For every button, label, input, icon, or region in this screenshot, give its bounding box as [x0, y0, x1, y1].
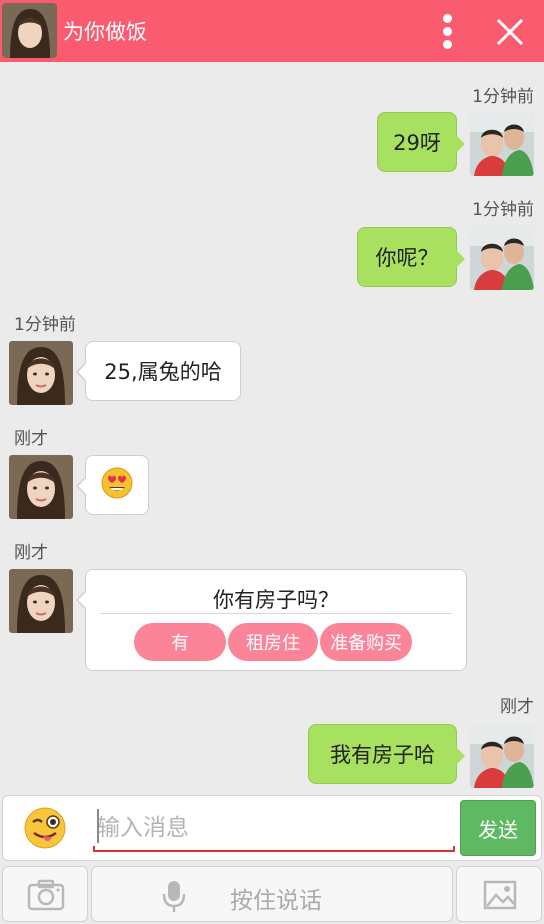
message-timestamp: 刚才	[500, 697, 534, 717]
chat-header: 为你做饭	[0, 0, 544, 62]
my-message-bubble[interactable]: 我有房子哈	[308, 724, 465, 784]
emoji-icon[interactable]	[23, 806, 67, 850]
message-text: 29呀	[393, 131, 441, 155]
my-avatar[interactable]	[470, 724, 534, 788]
message-input[interactable]	[95, 808, 453, 848]
more-menu-icon[interactable]	[430, 10, 466, 52]
send-button[interactable]: 发送	[460, 800, 536, 856]
message-timestamp: 1分钟前	[472, 87, 534, 107]
camera-button[interactable]	[2, 866, 88, 922]
option-button-plan-to-buy[interactable]: 准备购买	[320, 623, 412, 661]
close-icon[interactable]	[488, 10, 532, 54]
my-message-bubble[interactable]: 29呀	[377, 112, 465, 172]
option-button-have[interactable]: 有	[134, 623, 226, 661]
message-timestamp: 刚才	[14, 429, 48, 449]
message-timestamp: 1分钟前	[472, 200, 534, 220]
my-message-bubble[interactable]: 你呢？	[357, 227, 465, 287]
input-underline	[93, 846, 455, 852]
divider	[100, 613, 452, 614]
hold-to-talk-button[interactable]: 按住说话	[91, 866, 453, 922]
image-button[interactable]	[456, 866, 542, 922]
hold-to-talk-label: 按住说话	[230, 888, 322, 914]
microphone-icon	[162, 879, 186, 917]
contact-avatar[interactable]	[9, 341, 73, 405]
message-timestamp: 刚才	[14, 543, 48, 563]
contact-message-bubble[interactable]	[76, 455, 149, 515]
text-cursor	[97, 809, 99, 843]
message-text: 25,属兔的哈	[104, 360, 222, 384]
bottom-toolbar: 按住说话	[0, 864, 544, 924]
option-button-rent[interactable]: 租房住	[228, 623, 318, 661]
my-avatar[interactable]	[470, 112, 534, 176]
message-timestamp: 1分钟前	[14, 315, 76, 335]
my-avatar[interactable]	[470, 226, 534, 290]
message-text: 我有房子哈	[330, 743, 435, 767]
contact-avatar[interactable]	[9, 455, 73, 519]
contact-avatar[interactable]	[2, 3, 57, 58]
heart-eyes-emoji-icon	[100, 466, 134, 505]
contact-message-bubble[interactable]: 25,属兔的哈	[76, 341, 241, 401]
chat-title: 为你做饭	[63, 20, 147, 44]
question-card: 你有房子吗？ 有 租房住 准备购买	[76, 569, 467, 671]
camera-icon	[27, 879, 65, 915]
contact-avatar[interactable]	[9, 569, 73, 633]
message-text: 你呢？	[375, 246, 439, 270]
image-icon	[483, 880, 517, 914]
message-input-bar: 发送	[2, 795, 542, 861]
question-text: 你有房子吗？	[213, 588, 339, 612]
